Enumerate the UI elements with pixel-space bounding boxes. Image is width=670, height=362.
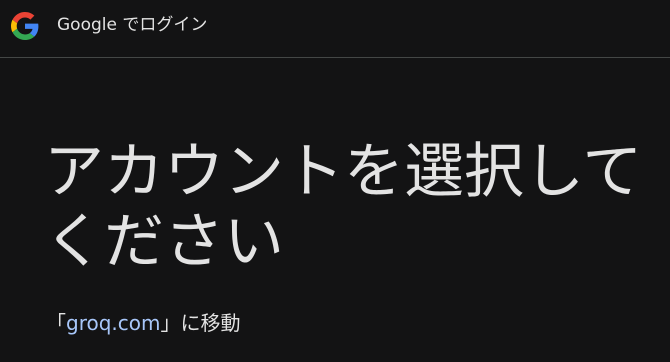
google-g-icon [11, 12, 39, 40]
site-link[interactable]: groq.com [66, 311, 160, 335]
header-bar: Google でログイン [0, 0, 670, 58]
continue-to-subtitle: 「groq.com」に移動 [46, 310, 240, 336]
subtitle-suffix: 」に移動 [160, 311, 241, 335]
page-title: アカウントを選択してください [44, 137, 643, 277]
subtitle-prefix: 「 [46, 311, 66, 335]
header-title: Google でログイン [57, 15, 208, 35]
